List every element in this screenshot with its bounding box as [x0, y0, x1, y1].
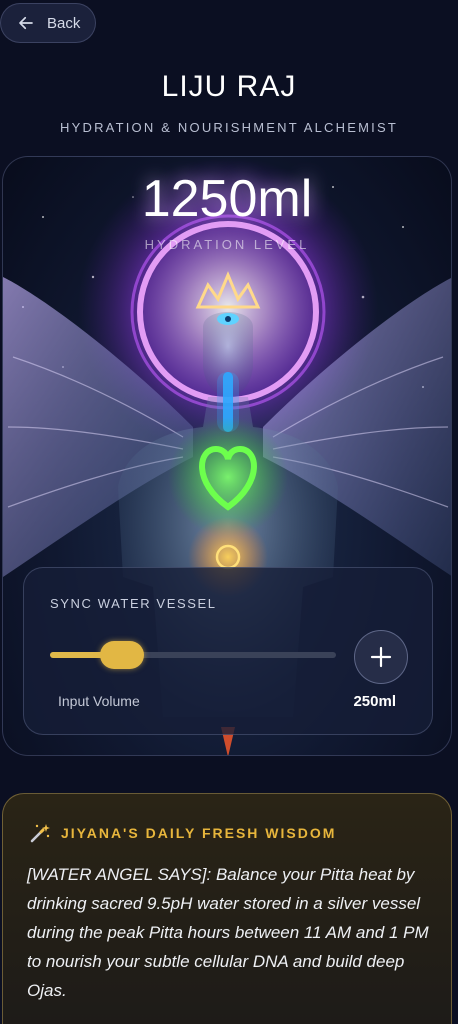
input-volume-value: 250ml: [353, 693, 396, 710]
magic-wand-icon: [30, 824, 50, 843]
hydration-level-label: HYDRATION LEVEL: [144, 237, 310, 252]
hydration-hero-card: 1250ml HYDRATION LEVEL SYNC WATER VESSEL…: [2, 156, 452, 756]
profile-header: LIJU RAJ HYDRATION & NOURISHMENT ALCHEMI…: [0, 70, 458, 135]
wisdom-header: JIYANA'S DAILY FRESH WISDOM: [29, 822, 336, 844]
back-button[interactable]: Back: [0, 3, 96, 43]
volume-slider[interactable]: [50, 641, 336, 669]
sync-panel-title: SYNC WATER VESSEL: [50, 596, 217, 611]
wisdom-body-text: [WATER ANGEL SAYS]: Balance your Pitta h…: [27, 865, 429, 1000]
sync-water-vessel-panel: SYNC WATER VESSEL Input Volume 250ml: [23, 567, 433, 735]
volume-slider-thumb[interactable]: [99, 641, 144, 669]
input-volume-label: Input Volume: [58, 693, 140, 709]
user-name: LIJU RAJ: [161, 70, 297, 103]
daily-wisdom-card: JIYANA'S DAILY FRESH WISDOM [WATER ANGEL…: [2, 793, 452, 1024]
arrow-left-icon: [19, 16, 33, 30]
user-subtitle: HYDRATION & NOURISHMENT ALCHEMIST: [60, 120, 398, 135]
add-volume-button[interactable]: [354, 630, 408, 684]
hydration-level-value: 1250ml: [141, 170, 313, 228]
plus-icon: [370, 646, 392, 668]
wisdom-title: JIYANA'S DAILY FRESH WISDOM: [61, 825, 337, 841]
back-label: Back: [47, 14, 81, 32]
